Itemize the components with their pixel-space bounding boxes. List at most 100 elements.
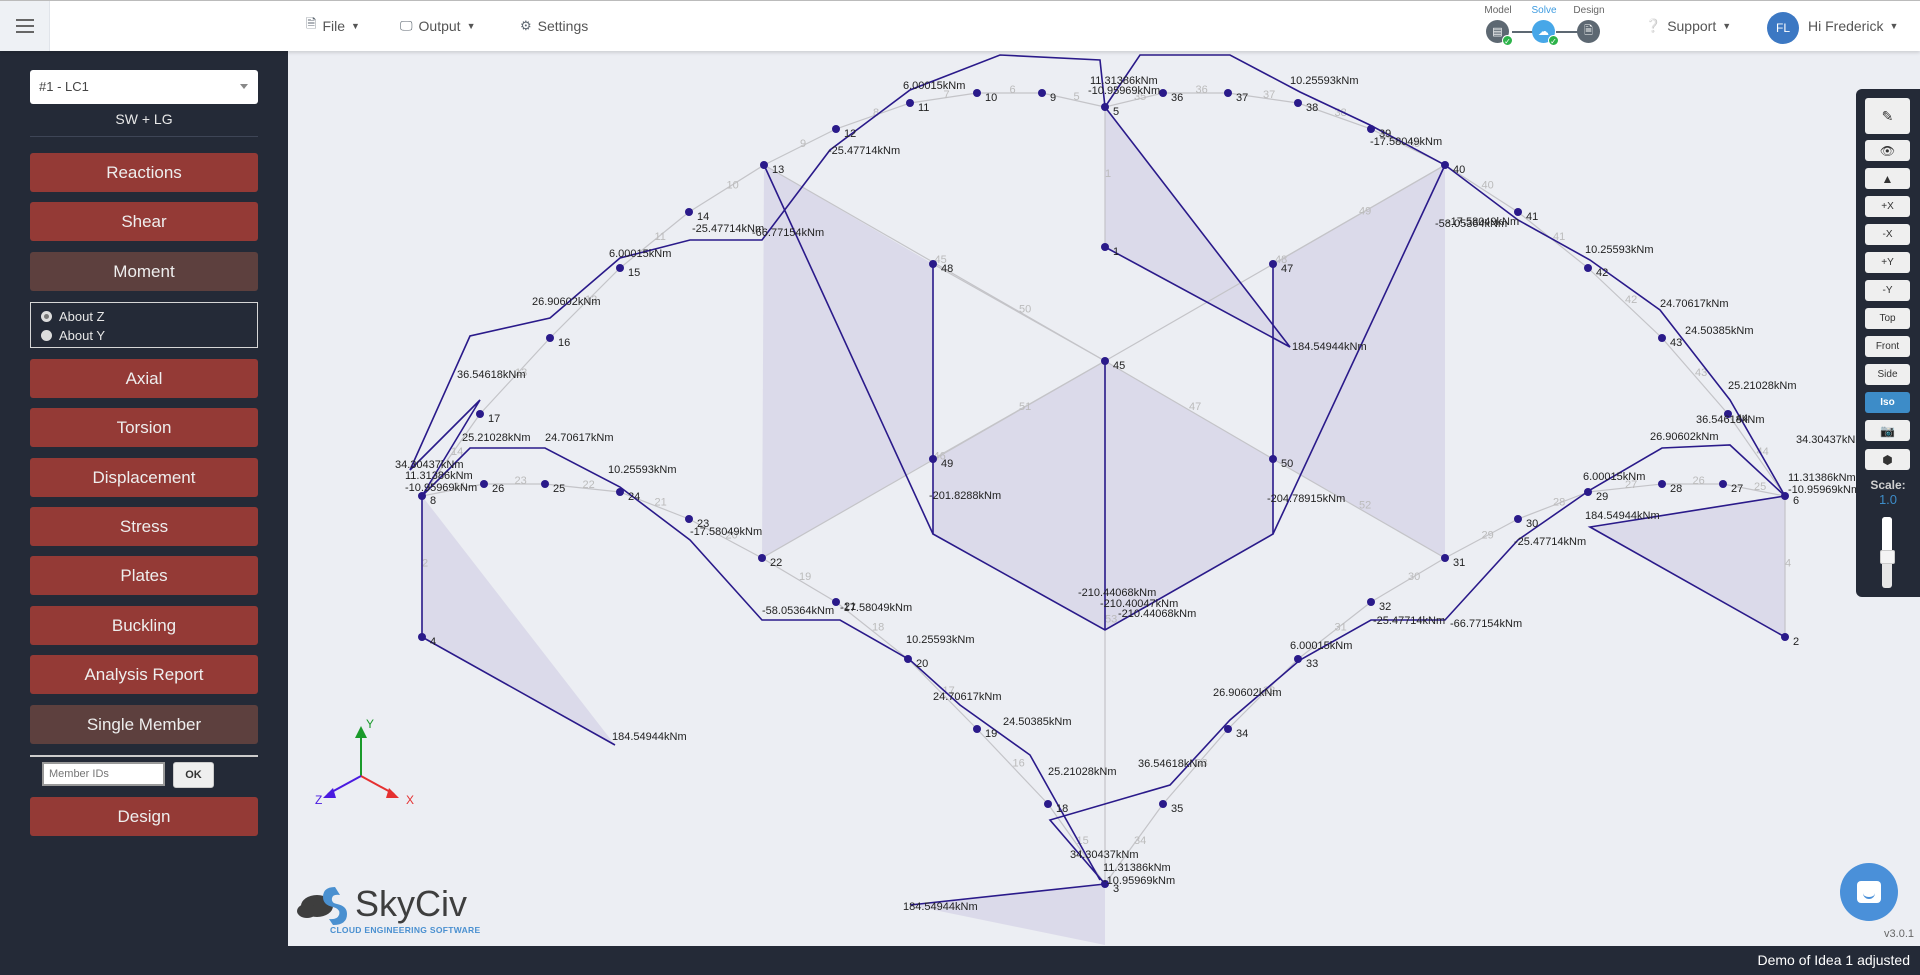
x-axis-arrow-icon xyxy=(386,788,399,798)
moment-value-label: -17.58049kNm xyxy=(1370,136,1442,148)
skyciv-logo: SkyCiv CLOUD ENGINEERING SOFTWARE xyxy=(295,881,495,941)
stress-button[interactable]: Stress xyxy=(30,507,258,546)
about-z-radio[interactable]: About Z xyxy=(41,307,247,326)
view-minus-y-button[interactable]: -Y xyxy=(1865,280,1910,301)
analysis-report-button[interactable]: Analysis Report xyxy=(30,655,258,694)
axial-button[interactable]: Axial xyxy=(30,359,258,398)
node-id-label: 34 xyxy=(1236,728,1248,740)
node-marker xyxy=(758,554,766,562)
moment-value-label: -210.44068kNm xyxy=(1118,608,1196,620)
moment-value-label: -17.58049kNm xyxy=(840,602,912,614)
moment-value-label: 25.21028kNm xyxy=(462,432,531,444)
node-id-label: 26 xyxy=(492,483,504,495)
buckling-button[interactable]: Buckling xyxy=(30,606,258,645)
view-top-button[interactable]: Top xyxy=(1865,308,1910,329)
node-id-label: 12 xyxy=(844,128,856,140)
moment-value-label: -10.95969kNm xyxy=(405,482,477,494)
displacement-button[interactable]: Displacement xyxy=(30,458,258,497)
moment-value-label: 36.54618kNm xyxy=(1138,758,1207,770)
moment-diagram[interactable]: 12 456789101112131415161718192021222324 25… xyxy=(288,51,1920,946)
node-id-label: 38 xyxy=(1306,102,1318,114)
node-marker xyxy=(476,410,484,418)
moment-value-label: 184.54944kNm xyxy=(1292,341,1367,353)
view-plus-x-button[interactable]: +X xyxy=(1865,196,1910,217)
version-label: v3.0.1 xyxy=(1884,928,1914,940)
user-menu[interactable]: Hi Frederick ▼ xyxy=(1808,1,1898,51)
settings-menu[interactable]: ⚙ Settings xyxy=(520,1,588,51)
model-viewport[interactable]: 1 2 4 5 6 7 8 9 10 11 12 13 14 15 16 17 18 19 20 21 22 23 24 25… xyxy=(288,51,1920,946)
member-ids-input[interactable] xyxy=(42,762,165,786)
plates-button[interactable]: Plates xyxy=(30,556,258,595)
output-menu[interactable]: 🖵 Output ▼ xyxy=(400,1,476,51)
node-id-label: 50 xyxy=(1281,458,1293,470)
node-marker xyxy=(685,208,693,216)
node-marker xyxy=(1101,243,1109,251)
z-axis-arrow-icon xyxy=(323,788,336,798)
view-minus-x-button[interactable]: -X xyxy=(1865,224,1910,245)
diagram-region xyxy=(910,884,1105,945)
node-marker xyxy=(1584,488,1592,496)
node-id-label: 18 xyxy=(1056,803,1068,815)
moment-value-label: 6.00015kNm xyxy=(609,248,671,260)
shear-button[interactable]: Shear xyxy=(30,202,258,241)
project-name: Demo of Idea 1 adjusted xyxy=(1757,952,1910,968)
moment-value-label: 25.21028kNm xyxy=(1728,380,1797,392)
node-marker xyxy=(1514,515,1522,523)
support-menu[interactable]: ❔ Support ▼ xyxy=(1645,1,1731,51)
check-icon: ✓ xyxy=(1502,35,1513,46)
view-plus-y-button[interactable]: +Y xyxy=(1865,252,1910,273)
view-iso-button[interactable]: Iso xyxy=(1865,392,1910,413)
member-id-label: 49 xyxy=(1359,206,1371,218)
view-front-button[interactable]: Front xyxy=(1865,336,1910,357)
diagram-toggle-button[interactable]: ▲ xyxy=(1865,168,1910,189)
moment-value-label: -201.8288kNm xyxy=(929,490,1001,502)
visibility-button[interactable]: 👁 xyxy=(1865,140,1910,161)
node-marker xyxy=(1584,264,1592,272)
node-id-label: 29 xyxy=(1596,491,1608,503)
scale-slider-handle[interactable] xyxy=(1880,550,1895,564)
chat-icon xyxy=(1857,881,1881,903)
node-id-label: 47 xyxy=(1281,263,1293,275)
member-id-label: 1 xyxy=(1105,168,1111,180)
node-id-label: 28 xyxy=(1670,483,1682,495)
node-id-label: 4 xyxy=(430,636,436,648)
load-case-select[interactable]: #1 - LC1 xyxy=(30,70,258,104)
node-marker xyxy=(1367,598,1375,606)
moment-value-label: -25.47714kNm xyxy=(1514,536,1586,548)
node-id-label: 49 xyxy=(941,458,953,470)
ok-button[interactable]: OK xyxy=(173,762,214,788)
avatar[interactable]: FL xyxy=(1767,12,1799,44)
chat-button[interactable] xyxy=(1840,863,1898,921)
3d-view-button[interactable]: ⬢ xyxy=(1865,449,1910,470)
step-solve[interactable]: Solve ☁ ✓ xyxy=(1524,5,1564,46)
moment-button[interactable]: Moment xyxy=(30,252,258,291)
node-marker xyxy=(1294,99,1302,107)
design-button[interactable]: Design xyxy=(30,797,258,836)
node-id-label: 17 xyxy=(488,413,500,425)
y-axis-label: Y xyxy=(366,717,374,731)
caret-down-icon xyxy=(240,84,248,89)
node-marker xyxy=(1441,554,1449,562)
node-id-label: 16 xyxy=(558,337,570,349)
node-marker xyxy=(1367,125,1375,133)
node-marker xyxy=(973,725,981,733)
member-id-label: 28 xyxy=(1553,497,1565,509)
scale-value: 1.0 xyxy=(1878,492,1898,507)
moment-value-label: 24.50385kNm xyxy=(1003,716,1072,728)
hamburger-menu-button[interactable] xyxy=(0,1,50,51)
reactions-button[interactable]: Reactions xyxy=(30,153,258,192)
edit-button[interactable]: ✎ xyxy=(1865,98,1910,134)
about-y-radio[interactable]: About Y xyxy=(41,326,247,345)
torsion-button[interactable]: Torsion xyxy=(30,408,258,447)
node-marker xyxy=(1719,480,1727,488)
node-marker xyxy=(616,488,624,496)
file-menu[interactable]: 🗎 File ▼ xyxy=(306,1,360,51)
single-member-button[interactable]: Single Member xyxy=(30,705,258,744)
view-side-button[interactable]: Side xyxy=(1865,364,1910,385)
screenshot-button[interactable]: 📷 xyxy=(1865,420,1910,441)
node-marker xyxy=(1044,800,1052,808)
node-marker xyxy=(929,260,937,268)
step-model[interactable]: Model ▤ ✓ xyxy=(1478,5,1518,46)
step-design[interactable]: Design 🗎 xyxy=(1569,5,1609,43)
moment-value-label: -58.05364kNm xyxy=(1435,218,1507,230)
